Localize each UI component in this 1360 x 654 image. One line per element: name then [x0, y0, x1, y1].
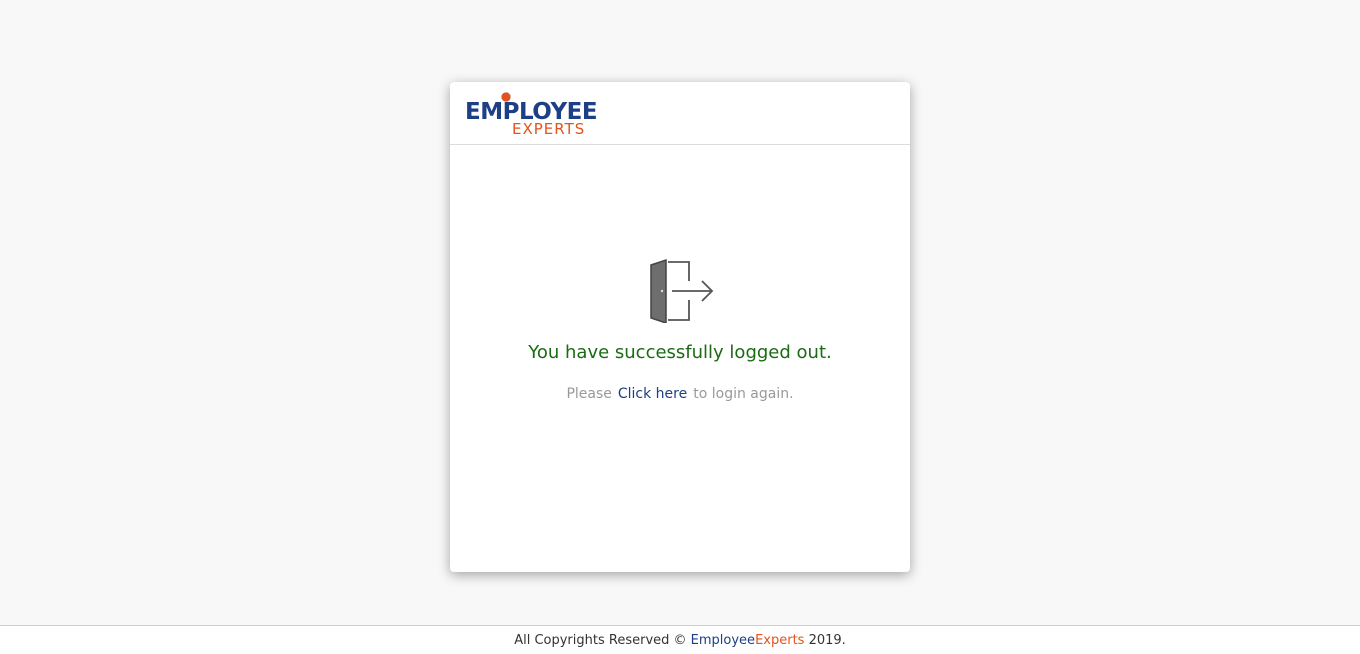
footer-year: 2019.: [808, 633, 846, 648]
footer-copyright: All Copyrights Reserved ©: [514, 633, 687, 648]
relogin-text: Please Click here to login again.: [450, 386, 910, 402]
footer-brand-employee: Employee: [690, 633, 756, 648]
click-here-link[interactable]: Click here: [618, 386, 687, 402]
logo-bottom-text: EXPERTS: [512, 120, 585, 136]
footer: All Copyrights Reserved © EmployeeExpert…: [0, 625, 1360, 654]
logout-message: You have successfully logged out.: [528, 342, 832, 363]
logout-door-icon: [650, 258, 714, 323]
employee-experts-logo: EMPLOYEE EXPERTS: [465, 92, 598, 136]
logout-card: EMPLOYEE EXPERTS You have successfully l…: [450, 82, 910, 572]
relogin-suffix: to login again.: [693, 386, 794, 402]
page: EMPLOYEE EXPERTS You have successfully l…: [0, 0, 1360, 654]
relogin-prefix: Please: [566, 386, 612, 402]
footer-brand-experts: Experts: [755, 633, 805, 648]
card-header: EMPLOYEE EXPERTS: [450, 82, 910, 145]
